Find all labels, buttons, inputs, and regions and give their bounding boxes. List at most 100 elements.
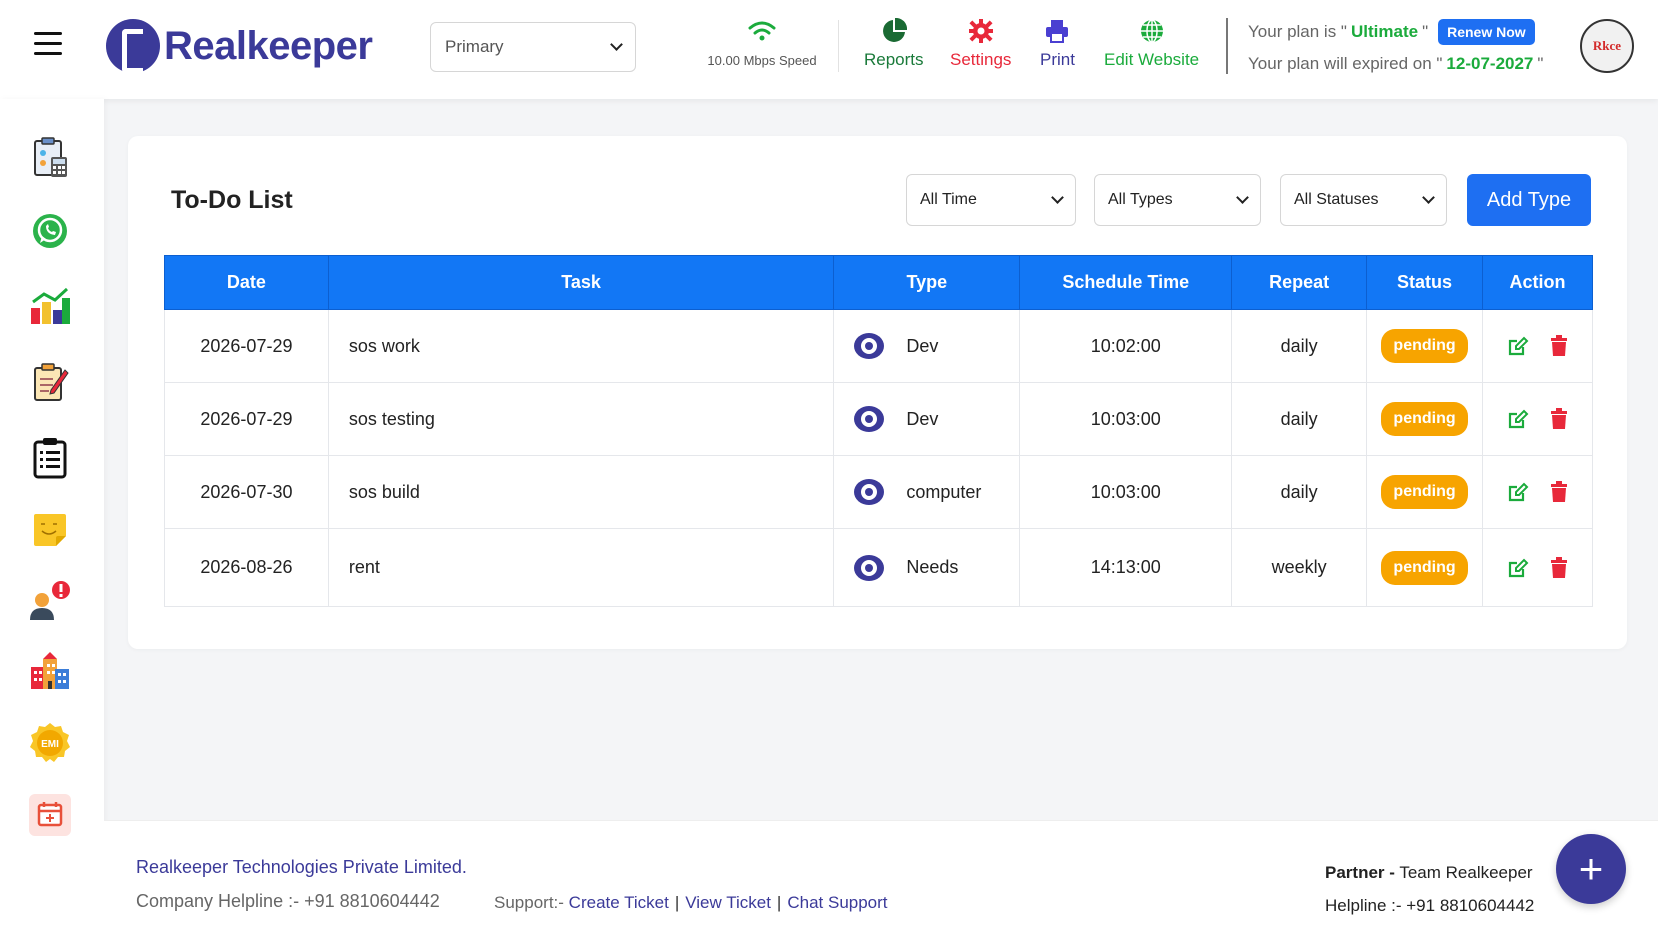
chat-support-link[interactable]: Chat Support <box>787 893 887 912</box>
view-ticket-link[interactable]: View Ticket <box>685 893 771 912</box>
cell-repeat: daily <box>1231 382 1368 456</box>
sidebar-item-clipboard[interactable] <box>28 436 72 480</box>
add-type-button[interactable]: Add Type <box>1467 174 1591 226</box>
status-badge[interactable]: pending <box>1381 550 1468 585</box>
partner-name: Team Realkeeper <box>1399 863 1533 882</box>
sidebar: EMI <box>0 99 104 949</box>
divider <box>1226 18 1228 74</box>
cell-repeat: weekly <box>1231 528 1368 607</box>
type-label: Dev <box>906 335 939 356</box>
expiry-suffix: " <box>1537 54 1544 73</box>
eye-icon[interactable] <box>854 406 885 432</box>
type-filter-value: All Types <box>1108 191 1173 208</box>
reports-button[interactable]: Reports <box>864 16 924 70</box>
edit-icon[interactable] <box>1507 481 1529 503</box>
sidebar-item-user-alert[interactable] <box>28 579 72 623</box>
status-badge[interactable]: pending <box>1381 329 1468 363</box>
edit-website-label: Edit Website <box>1104 50 1200 69</box>
plan-name: Ultimate <box>1350 22 1419 41</box>
plan-suffix: " <box>1422 22 1429 41</box>
sidebar-item-notes[interactable] <box>28 360 72 404</box>
settings-button[interactable]: Settings <box>950 16 1011 70</box>
type-filter-select[interactable]: All Types <box>1094 174 1261 226</box>
cell-date: 2026-07-30 <box>164 455 329 529</box>
plan-info: Your plan is " Ultimate " Renew Now Your… <box>1248 16 1543 80</box>
company-name: Realkeeper Technologies Private Limited. <box>136 857 467 877</box>
cell-schedule-time: 10:03:00 <box>1019 455 1233 529</box>
sidebar-item-calendar[interactable] <box>28 793 72 837</box>
sidebar-item-analytics[interactable] <box>28 284 72 328</box>
chevron-down-icon <box>1422 191 1435 204</box>
sidebar-item-buildings[interactable] <box>28 649 72 693</box>
avatar[interactable]: Rkce <box>1580 19 1634 73</box>
cell-date: 2026-07-29 <box>164 382 329 456</box>
chevron-down-icon <box>1236 191 1249 204</box>
branch-select-value: Primary <box>445 37 504 56</box>
column-header-date[interactable]: Date <box>164 255 329 310</box>
table-row: 2026-08-26 rent Needs 14:13:00 weekly pending <box>164 528 1593 607</box>
cell-status: pending <box>1366 455 1484 529</box>
sidebar-item-sticky-note[interactable] <box>28 508 72 552</box>
cell-schedule-time: 10:02:00 <box>1019 309 1233 383</box>
column-header-task[interactable]: Task <box>327 255 835 310</box>
wifi-icon <box>748 21 776 41</box>
cell-date: 2026-08-26 <box>164 528 329 607</box>
create-ticket-link[interactable]: Create Ticket <box>569 893 669 912</box>
link-separator: | <box>674 893 680 912</box>
time-filter-select[interactable]: All Time <box>906 174 1076 226</box>
trash-icon[interactable] <box>1549 556 1569 579</box>
renew-now-button[interactable]: Renew Now <box>1438 19 1535 45</box>
trash-icon[interactable] <box>1549 408 1569 430</box>
print-button[interactable]: Print <box>1040 16 1075 70</box>
whatsapp-icon <box>33 214 67 248</box>
cell-task: sos testing <box>327 382 835 456</box>
column-header-repeat[interactable]: Repeat <box>1231 255 1368 310</box>
time-filter-value: All Time <box>920 191 977 208</box>
hamburger-menu-icon[interactable] <box>34 32 62 56</box>
cell-schedule-time: 14:13:00 <box>1019 528 1233 607</box>
add-floating-button[interactable]: + <box>1556 834 1626 904</box>
edit-icon[interactable] <box>1507 557 1529 579</box>
edit-website-button[interactable]: Edit Website <box>1104 16 1199 70</box>
status-badge[interactable]: pending <box>1381 402 1468 436</box>
column-header-type[interactable]: Type <box>833 255 1021 310</box>
sidebar-item-whatsapp[interactable] <box>28 209 72 253</box>
cell-task: sos work <box>327 309 835 383</box>
expiry-prefix: Your plan will expired on " <box>1248 54 1443 73</box>
branch-select[interactable]: Primary <box>430 22 636 72</box>
type-label: Needs <box>906 557 959 577</box>
todo-table-body: 2026-07-29 sos work Dev 10:02:00 daily pendin… <box>164 309 1593 607</box>
column-header-schedule-time[interactable]: Schedule Time <box>1019 255 1233 310</box>
eye-icon[interactable] <box>854 333 885 359</box>
sidebar-item-emi[interactable]: EMI <box>28 721 72 765</box>
plan-prefix: Your plan is " <box>1248 22 1347 41</box>
table-row: 2026-07-29 sos testing Dev 10:03:00 daily pen… <box>164 382 1593 456</box>
table-row: 2026-07-29 sos work Dev 10:02:00 daily pendin… <box>164 309 1593 383</box>
eye-icon[interactable] <box>854 479 885 505</box>
status-badge[interactable]: pending <box>1381 475 1468 509</box>
sidebar-item-calculator[interactable] <box>28 136 72 180</box>
cell-type: Dev <box>833 382 1021 456</box>
eye-icon[interactable] <box>854 554 885 581</box>
calculator-icon <box>34 137 67 177</box>
edit-icon[interactable] <box>1507 335 1529 357</box>
cell-action <box>1482 309 1593 383</box>
brand-logo[interactable]: Realkeeper <box>106 18 373 74</box>
brand-name: Realkeeper <box>164 23 373 68</box>
user-alert-icon <box>30 581 70 620</box>
column-header-status[interactable]: Status <box>1366 255 1484 310</box>
edit-icon[interactable] <box>1507 408 1529 430</box>
logo-mark-icon <box>106 19 160 73</box>
cell-status: pending <box>1366 382 1484 456</box>
cell-type: computer <box>833 455 1021 529</box>
cell-repeat: daily <box>1231 455 1368 529</box>
top-bar: Realkeeper Primary 10.00 Mbps Speed Repo… <box>0 0 1658 99</box>
trash-icon[interactable] <box>1549 481 1569 503</box>
partner-label: Partner - <box>1325 863 1395 882</box>
support-label: Support:- <box>494 893 564 912</box>
trash-icon[interactable] <box>1549 335 1569 357</box>
status-filter-select[interactable]: All Statuses <box>1280 174 1447 226</box>
globe-icon <box>1140 19 1163 43</box>
cell-task: rent <box>327 528 835 607</box>
type-label: Dev <box>906 408 939 429</box>
